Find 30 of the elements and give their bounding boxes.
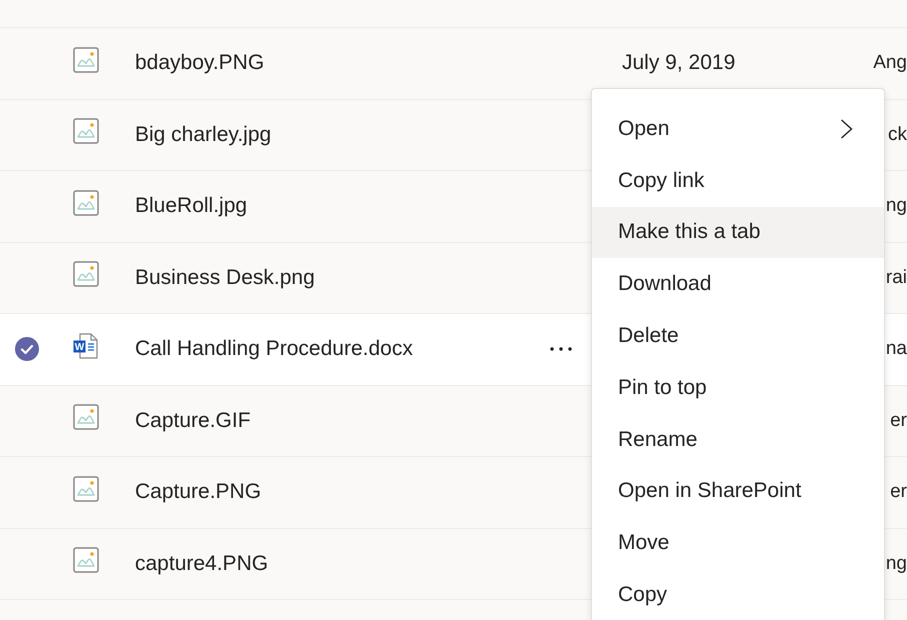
truncated-text: er bbox=[890, 410, 907, 432]
image-file-icon bbox=[73, 476, 99, 502]
truncated-text: Ang bbox=[873, 52, 907, 74]
file-name: BlueRoll.jpg bbox=[135, 194, 248, 218]
file-name: Big charley.jpg bbox=[135, 122, 272, 147]
menu-item[interactable]: Download bbox=[592, 258, 884, 310]
menu-item[interactable]: Make this a tab bbox=[592, 206, 884, 258]
modified-date: July 9, 2019 bbox=[622, 51, 736, 76]
file-name: Business Desk.png bbox=[135, 266, 316, 290]
truncated-text: ng bbox=[886, 552, 907, 575]
truncated-text: ng bbox=[886, 195, 907, 218]
file-name: Capture.GIF bbox=[135, 408, 252, 433]
file-name: Capture.PNG bbox=[135, 480, 262, 504]
truncated-text: er bbox=[890, 481, 907, 504]
image-file-icon bbox=[73, 404, 99, 430]
check-circle-icon[interactable] bbox=[15, 337, 39, 362]
truncated-text: rai bbox=[886, 266, 907, 289]
truncated-text: ck bbox=[888, 124, 907, 146]
menu-item[interactable]: Open bbox=[592, 103, 884, 155]
more-icon[interactable] bbox=[549, 346, 573, 352]
image-file-icon bbox=[73, 261, 99, 288]
file-name: bdayboy.PNG bbox=[135, 51, 266, 76]
image-file-icon bbox=[73, 190, 99, 216]
image-file-icon bbox=[73, 118, 99, 144]
menu-item[interactable]: Open in SharePoint bbox=[592, 466, 884, 518]
file-name: capture4.PNG bbox=[135, 552, 270, 576]
truncated-text: na bbox=[886, 338, 907, 360]
image-file-icon bbox=[73, 46, 99, 73]
file-name: Call Handling Procedure.docx bbox=[135, 337, 414, 362]
image-file-icon bbox=[73, 547, 99, 574]
